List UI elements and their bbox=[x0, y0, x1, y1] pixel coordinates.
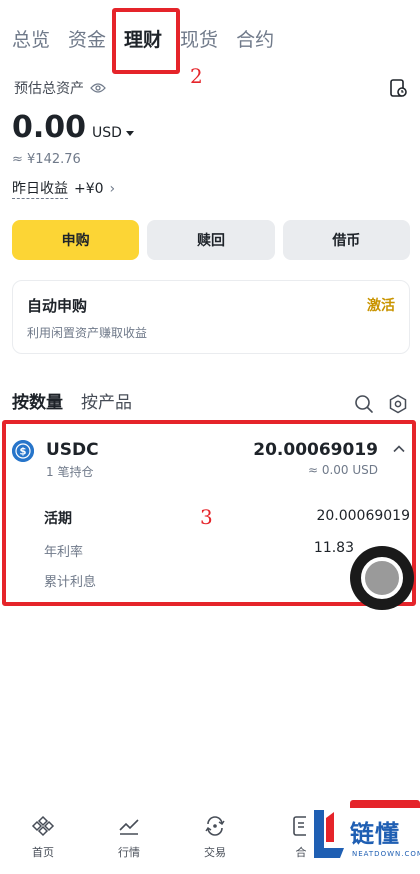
borrow-button[interactable]: 借币 bbox=[282, 220, 410, 260]
history-record-icon[interactable] bbox=[388, 78, 408, 98]
auto-subscribe-subtitle: 利用闲置资产赚取收益 bbox=[27, 326, 148, 340]
nav-markets-label: 行情 bbox=[118, 846, 140, 859]
eye-icon[interactable] bbox=[90, 83, 106, 93]
action-buttons: 申购 赎回 借币 bbox=[12, 220, 410, 260]
redeem-button[interactable]: 赎回 bbox=[147, 220, 275, 260]
holdings-view-tabs: 按数量 按产品 bbox=[12, 388, 132, 413]
balance-display: 0.00 USD bbox=[12, 110, 134, 145]
auto-subscribe-card[interactable]: 自动申购 利用闲置资产赚取收益 激活 bbox=[12, 280, 410, 354]
trade-exchange-icon bbox=[205, 816, 225, 836]
annotation-number-tab: 2 bbox=[190, 64, 203, 88]
watermark-red-tab bbox=[350, 800, 420, 808]
home-icon bbox=[31, 815, 55, 837]
tab-by-quantity[interactable]: 按数量 bbox=[12, 388, 63, 413]
auto-subscribe-title: 自动申购 bbox=[27, 297, 88, 315]
tab-by-product[interactable]: 按产品 bbox=[81, 388, 132, 413]
annotation-box-tab bbox=[112, 8, 180, 74]
tab-funding[interactable]: 资金 bbox=[68, 24, 106, 56]
subscribe-button[interactable]: 申购 bbox=[12, 220, 140, 260]
markets-chart-icon bbox=[119, 819, 139, 835]
yesterday-earnings-value: +¥0 bbox=[74, 180, 104, 197]
nav-trade-label: 交易 bbox=[204, 846, 226, 859]
yesterday-earnings-label: 昨日收益 bbox=[12, 178, 68, 199]
annotation-number-asset: 3 bbox=[200, 505, 213, 529]
nav-home-label: 首页 bbox=[32, 846, 54, 859]
settings-icon[interactable] bbox=[388, 394, 408, 414]
floating-assistive-button[interactable] bbox=[350, 546, 414, 610]
tab-overview[interactable]: 总览 bbox=[12, 24, 50, 56]
estimated-total-label: 预估总资产 bbox=[14, 78, 106, 98]
nav-more-label: 合 bbox=[295, 846, 307, 859]
currency-label: USD bbox=[92, 125, 122, 141]
watermark-brand-url: NEATDOWN.COM bbox=[352, 850, 420, 858]
chevron-right-icon: › bbox=[109, 180, 116, 197]
tab-spot[interactable]: 现货 bbox=[180, 24, 218, 56]
balance-value: 0.00 bbox=[12, 110, 87, 145]
nav-markets[interactable]: 行情 bbox=[86, 808, 172, 874]
nav-home[interactable]: 首页 bbox=[0, 808, 86, 874]
yesterday-earnings[interactable]: 昨日收益 +¥0 › bbox=[12, 178, 115, 199]
nav-trade[interactable]: 交易 bbox=[172, 808, 258, 874]
estimated-total-text: 预估总资产 bbox=[14, 81, 84, 97]
balance-approx-cny: ≈ ¥142.76 bbox=[12, 152, 81, 167]
currency-selector[interactable]: USD bbox=[92, 125, 134, 141]
caret-down-icon bbox=[125, 130, 134, 136]
tab-futures[interactable]: 合约 bbox=[236, 24, 274, 56]
search-icon[interactable] bbox=[354, 394, 374, 414]
watermark-logo-icon bbox=[314, 810, 344, 858]
floating-button-core bbox=[361, 557, 403, 599]
activate-button[interactable]: 激活 bbox=[367, 295, 395, 315]
watermark-brand-name: 链懂 bbox=[350, 820, 400, 848]
